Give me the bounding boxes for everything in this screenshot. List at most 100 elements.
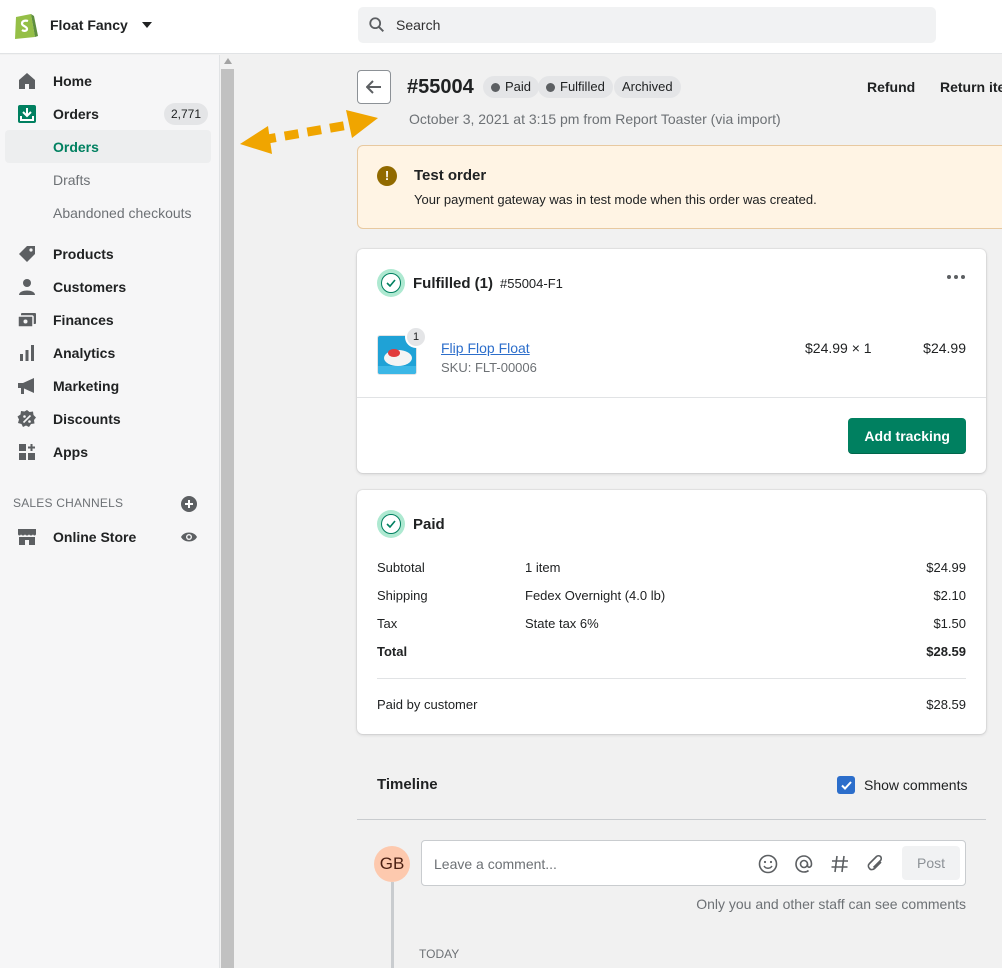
back-button[interactable] (357, 70, 391, 104)
timeline-title: Timeline (377, 776, 438, 793)
badge-label: Archived (622, 79, 673, 94)
fulfilled-check-icon (377, 269, 405, 297)
sidebar-item-label: Finances (53, 311, 114, 328)
sidebar-item-label: Customers (53, 278, 127, 295)
person-icon (17, 277, 37, 297)
timeline-date-heading: TODAY (419, 947, 460, 961)
sidebar-item-apps[interactable]: Apps (0, 435, 220, 468)
order-subtitle: October 3, 2021 at 3:15 pm from Report T… (409, 111, 781, 127)
tag-icon (17, 244, 37, 264)
fulfilled-count: (1) (474, 275, 494, 292)
shopify-logo-icon (15, 14, 38, 39)
sidebar-item-discounts[interactable]: Discounts (0, 402, 220, 435)
fulfilled-title-text: Fulfilled (413, 275, 471, 292)
top-bar: Float Fancy Search (0, 0, 1002, 54)
banner-text: Your payment gateway was in test mode wh… (414, 192, 817, 207)
test-order-banner: ! Test order Your payment gateway was in… (357, 145, 1002, 229)
attachment-icon[interactable] (865, 853, 887, 875)
search-placeholder: Search (396, 17, 441, 33)
row-amount: $28.59 (926, 644, 966, 659)
row-label: Paid by customer (377, 697, 478, 712)
sales-channels-heading: SALES CHANNELS (13, 496, 124, 510)
unit-price: $24.99 × 1 (805, 340, 872, 356)
comment-input[interactable]: Leave a comment... Post (421, 840, 966, 886)
sidebar-item-abandoned-checkouts[interactable]: Abandoned checkouts (0, 196, 220, 229)
sidebar-scrollbar[interactable] (221, 55, 234, 968)
row-description: 1 item (525, 560, 561, 575)
orders-icon (17, 104, 37, 124)
refund-button[interactable]: Refund (867, 79, 915, 95)
status-dot-icon (546, 82, 555, 92)
comment-placeholder: Leave a comment... (434, 856, 557, 872)
sidebar-item-orders[interactable]: Orders 2,771 (0, 97, 220, 130)
status-badge-archived: Archived (614, 76, 681, 98)
emoji-icon[interactable] (757, 853, 779, 875)
row-amount: $2.10 (933, 588, 966, 603)
divider (357, 819, 986, 820)
paid-title: Paid (413, 516, 445, 533)
sidebar-item-label: Abandoned checkouts (53, 204, 192, 221)
fulfillment-id: #55004-F1 (500, 276, 563, 291)
more-actions-icon[interactable] (947, 275, 965, 279)
fulfilled-title: Fulfilled (1) (413, 275, 493, 292)
sidebar-item-label: Apps (53, 443, 88, 460)
scroll-up-arrow-icon[interactable] (224, 58, 232, 64)
sidebar-item-products[interactable]: Products (0, 237, 220, 270)
show-comments-checkbox[interactable] (837, 776, 855, 794)
sidebar-item-label: Drafts (53, 171, 91, 188)
sidebar-item-label: Home (53, 72, 92, 89)
arrow-left-icon (366, 80, 381, 94)
sidebar-item-label: Analytics (53, 344, 116, 361)
eye-icon[interactable] (180, 528, 198, 546)
finances-icon (17, 310, 37, 330)
product-sku: SKU: FLT-00006 (441, 360, 537, 375)
add-tracking-button[interactable]: Add tracking (848, 418, 966, 454)
product-link[interactable]: Flip Flop Float (441, 340, 530, 356)
sidebar-item-label: Orders (53, 105, 99, 122)
megaphone-icon (17, 376, 37, 396)
warning-icon: ! (377, 166, 397, 186)
scrollbar-thumb[interactable] (221, 69, 234, 968)
sidebar-item-marketing[interactable]: Marketing (0, 369, 220, 402)
sidebar-item-finances[interactable]: Finances (0, 303, 220, 336)
row-amount: $24.99 (926, 560, 966, 575)
badge-label: Paid (505, 79, 532, 94)
paid-check-icon (377, 510, 405, 538)
sidebar-item-drafts[interactable]: Drafts (0, 163, 220, 196)
bar-chart-icon (17, 343, 37, 363)
discount-icon (17, 409, 37, 429)
return-items-button[interactable]: Return ite (940, 79, 1002, 95)
sidebar-item-label: Discounts (53, 410, 121, 427)
staff-note: Only you and other staff can see comment… (696, 896, 966, 912)
post-button[interactable]: Post (902, 846, 960, 880)
sidebar: Home Orders 2,771 Orders Drafts Abandone… (0, 55, 220, 968)
show-comments-label[interactable]: Show comments (864, 777, 967, 793)
sidebar-item-home[interactable]: Home (0, 64, 220, 97)
sidebar-item-customers[interactable]: Customers (0, 270, 220, 303)
search-input[interactable]: Search (358, 7, 936, 43)
sidebar-item-analytics[interactable]: Analytics (0, 336, 220, 369)
chevron-down-icon (141, 22, 152, 28)
divider (377, 678, 966, 679)
row-label: Total (377, 644, 408, 659)
home-icon (17, 71, 37, 91)
hashtag-icon[interactable] (829, 853, 851, 875)
apps-icon (17, 442, 37, 462)
mention-icon[interactable] (793, 853, 815, 875)
add-circle-icon[interactable] (180, 495, 198, 513)
sidebar-item-orders-sub[interactable]: Orders (5, 130, 211, 163)
sidebar-item-label: Products (53, 245, 114, 262)
row-amount: $28.59 (926, 697, 966, 712)
store-icon (17, 527, 37, 547)
line-total: $24.99 (923, 340, 966, 356)
timeline-line (391, 882, 394, 968)
sidebar-item-label: Orders (53, 138, 99, 155)
sidebar-item-label: Marketing (53, 377, 120, 394)
row-description: Fedex Overnight (4.0 lb) (525, 588, 666, 603)
badge-label: Fulfilled (560, 79, 605, 94)
row-description: State tax 6% (525, 616, 599, 631)
search-icon (369, 17, 385, 33)
status-dot-icon (491, 82, 500, 92)
store-switcher[interactable]: Float Fancy (12, 10, 152, 40)
row-label: Tax (377, 616, 398, 631)
